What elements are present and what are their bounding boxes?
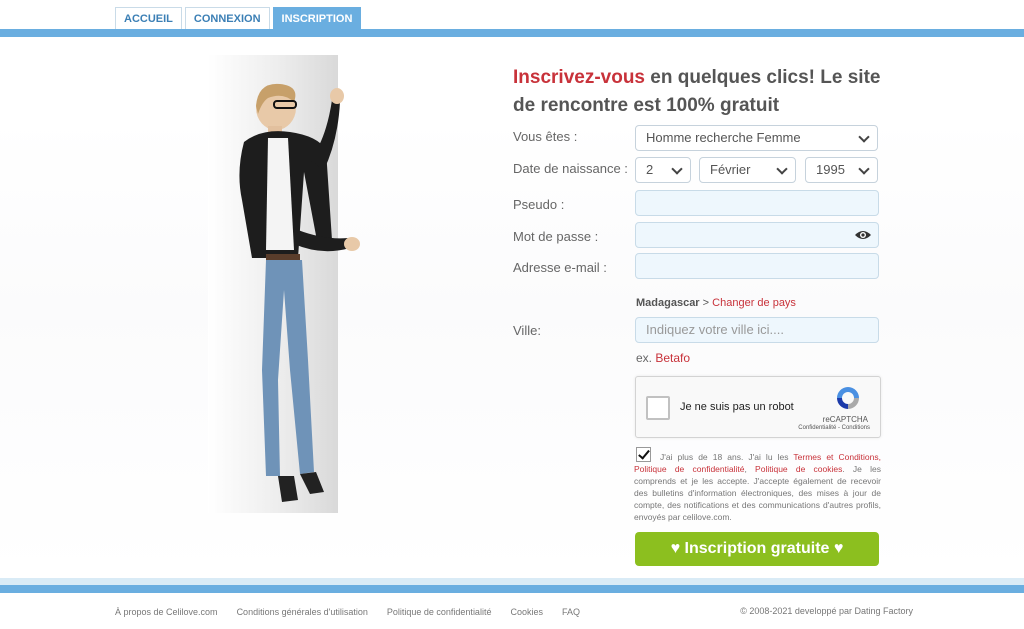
cookies-policy-link[interactable]: Politique de cookies [755,464,842,474]
country-name: Madagascar [636,297,700,309]
page-headline: Inscrivez-vous en quelques clics! Le sit… [513,67,881,116]
recaptcha-brand: reCAPTCHA [822,415,868,424]
password-label: Mot de passe : [513,229,599,244]
legal-text: J'ai plus de 18 ans. J'ai lu les Termes … [634,452,881,522]
city-example: ex. Betafo [636,351,691,365]
footer-link-cookies[interactable]: Cookies [510,607,543,617]
pseudo-input[interactable] [635,190,879,216]
you-are-select[interactable]: Homme recherche Femme [635,125,878,151]
recaptcha-terms[interactable]: Confidentialité - Conditions [798,425,870,431]
email-label: Adresse e-mail : [513,260,607,275]
footer-link-privacy[interactable]: Politique de confidentialité [387,607,492,617]
country-separator: > [702,297,710,309]
footer-copyright: © 2008-2021 developpé par Dating Factory [740,606,913,616]
woman-illustration [239,83,360,502]
recaptcha-logo-icon [837,387,859,409]
birth-month-select[interactable]: Février [699,157,796,183]
recaptcha-checkbox[interactable] [646,396,670,420]
footer-bar-light [0,578,1024,585]
footer-link-faq[interactable]: FAQ [562,607,580,617]
birth-year-select[interactable]: 1995 [805,157,878,183]
pseudo-label: Pseudo : [513,197,565,212]
footer-link-about[interactable]: À propos de Celilove.com [115,607,218,617]
birth-date-label: Date de naissance : [513,161,628,176]
recaptcha-label: Je ne suis pas un robot [680,401,794,413]
top-bar [0,29,1024,37]
city-label: Ville: [513,323,541,338]
change-country-link[interactable]: Changer de pays [712,297,796,309]
city-placeholder: Indiquez votre ville ici.... [646,322,785,337]
country-line: Madagascar > Changer de pays [636,297,796,309]
recaptcha-widget: Je ne suis pas un robot reCAPTCHA Confid… [635,376,881,438]
eye-icon[interactable] [855,229,871,241]
tab-accueil[interactable]: ACCUEIL [115,7,182,29]
birth-day-select[interactable]: 2 [635,157,691,183]
footer-bar [0,585,1024,593]
password-input[interactable] [635,222,879,248]
terms-checkbox[interactable] [636,447,651,462]
top-tabs: ACCUEIL CONNEXION INSCRIPTION [115,7,362,29]
city-input[interactable]: Indiquez votre ville ici.... [635,317,879,343]
tab-connexion[interactable]: CONNEXION [184,7,270,29]
email-input[interactable] [635,253,879,279]
footer-link-terms[interactable]: Conditions générales d'utilisation [237,607,368,617]
example-city-link[interactable]: Betafo [655,351,690,365]
you-are-label: Vous êtes : [513,129,578,144]
tab-inscription[interactable]: INSCRIPTION [272,7,362,29]
register-button[interactable]: ♥ Inscription gratuite ♥ [635,532,879,566]
